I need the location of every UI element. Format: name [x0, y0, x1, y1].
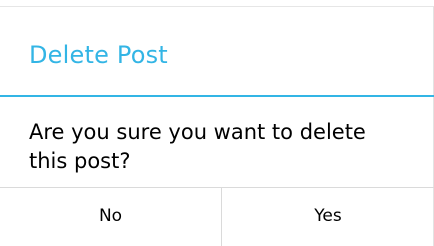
- title-divider: [0, 95, 434, 97]
- dialog-button-bar: No Yes: [0, 187, 434, 246]
- no-button[interactable]: No: [0, 188, 222, 246]
- delete-post-dialog: Delete Post Are you sure you want to del…: [0, 0, 434, 246]
- dialog-top-edge: [0, 6, 434, 7]
- dialog-title: Delete Post: [29, 41, 168, 69]
- yes-button[interactable]: Yes: [222, 188, 434, 246]
- dialog-message: Are you sure you want to delete this pos…: [29, 120, 366, 173]
